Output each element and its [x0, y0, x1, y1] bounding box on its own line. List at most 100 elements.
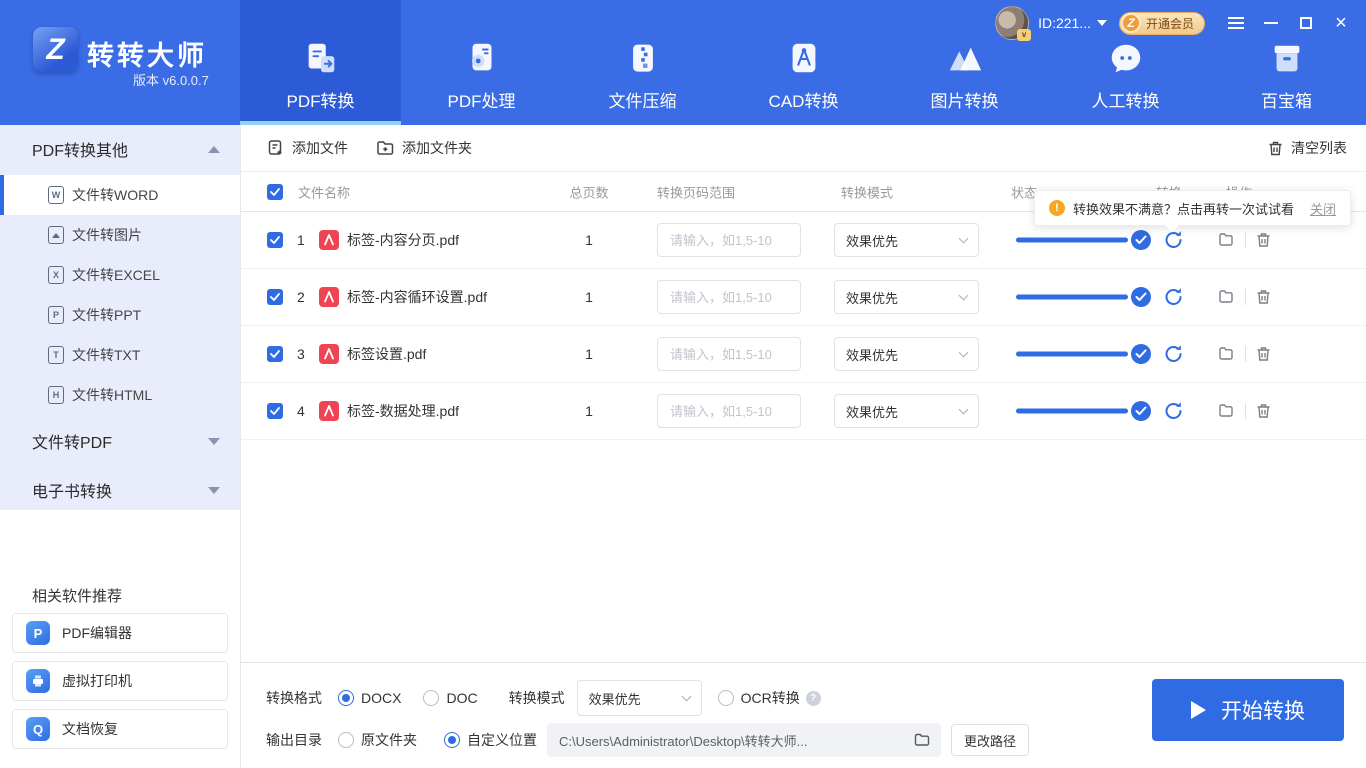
- row-checkbox[interactable]: [267, 232, 283, 248]
- delete-row-icon[interactable]: [1255, 346, 1272, 363]
- pdf-file-icon: [319, 401, 339, 421]
- page-count: 1: [585, 289, 593, 305]
- tab-cad-convert[interactable]: CAD转换: [723, 0, 884, 125]
- radio-label: 原文件夹: [361, 732, 417, 748]
- retry-refresh-icon[interactable]: [1163, 287, 1184, 308]
- user-dropdown-caret-icon[interactable]: [1096, 20, 1107, 26]
- progress-bar: [1016, 294, 1128, 300]
- item-label: 文件转图片: [72, 227, 142, 243]
- collapse-up-icon: [208, 145, 220, 153]
- page-range-input[interactable]: [657, 280, 801, 314]
- retry-refresh-icon[interactable]: [1163, 401, 1184, 422]
- tooltip-text: 转换效果不满意？点击再转一次试试看: [1073, 201, 1295, 217]
- recommend-virtual-printer[interactable]: 虚拟打印机: [12, 661, 228, 701]
- open-vip-button[interactable]: Z 开通会员: [1118, 11, 1205, 35]
- mode-label: 转换模式: [508, 690, 565, 706]
- row-checkbox[interactable]: [267, 403, 283, 419]
- chevron-down-icon: [958, 290, 969, 301]
- divider: [1245, 346, 1246, 362]
- footer-mode-select[interactable]: 效果优先: [576, 680, 702, 716]
- delete-row-icon[interactable]: [1255, 232, 1272, 249]
- page-count: 1: [585, 232, 593, 248]
- recommend-label: PDF编辑器: [62, 625, 132, 641]
- output-path-field[interactable]: C:\Users\Administrator\Desktop\转转大师...: [547, 723, 941, 757]
- item-label: 文件转EXCEL: [72, 267, 160, 283]
- row-checkbox[interactable]: [267, 289, 283, 305]
- recommend-doc-recovery[interactable]: Q 文档恢复: [12, 709, 228, 749]
- pdf-file-icon: [319, 344, 339, 364]
- tab-pdf-process[interactable]: PDF处理: [401, 0, 562, 125]
- sidebar-item-to-html[interactable]: H 文件转HTML: [0, 375, 240, 415]
- ppt-file-icon: P: [48, 306, 64, 324]
- sidebar-item-to-excel[interactable]: X 文件转EXCEL: [0, 255, 240, 295]
- sidebar-item-to-ppt[interactable]: P 文件转PPT: [0, 295, 240, 335]
- close-icon[interactable]: ×: [1332, 13, 1350, 33]
- radio-icon: [423, 690, 440, 706]
- sidebar-item-to-txt[interactable]: T 文件转TXT: [0, 335, 240, 375]
- delete-row-icon[interactable]: [1255, 289, 1272, 306]
- start-label: 开始转换: [1221, 700, 1305, 723]
- radio-source-folder[interactable]: 原文件夹: [338, 730, 417, 750]
- sidebar-group-pdf-convert-other[interactable]: PDF转换其他: [0, 125, 240, 173]
- start-convert-button[interactable]: 开始转换: [1152, 679, 1344, 741]
- file-name: 标签-内容分页.pdf: [347, 232, 460, 248]
- row-checkbox[interactable]: [267, 346, 283, 362]
- clear-list-button[interactable]: 清空列表: [1267, 138, 1347, 158]
- tab-file-compress[interactable]: 文件压缩: [562, 0, 723, 125]
- add-file-label: 添加文件: [292, 140, 348, 156]
- recommend-title: 相关软件推荐: [32, 588, 123, 605]
- output-row: 输出目录 原文件夹 自定义位置 C:\Users\Administrator\D…: [266, 723, 1029, 757]
- tab-label: CAD转换: [768, 92, 839, 111]
- minimize-icon[interactable]: [1262, 14, 1280, 32]
- delete-row-icon[interactable]: [1255, 403, 1272, 420]
- file-name: 标签-内容循环设置.pdf: [347, 289, 488, 305]
- tooltip-close-link[interactable]: 关闭: [1310, 199, 1336, 218]
- retry-refresh-icon[interactable]: [1163, 344, 1184, 365]
- convert-mode-select[interactable]: 效果优先: [834, 223, 979, 257]
- add-folder-button[interactable]: 添加文件夹: [376, 138, 472, 158]
- radio-docx[interactable]: DOCX: [338, 690, 401, 706]
- convert-mode-select[interactable]: 效果优先: [834, 394, 979, 428]
- item-label: 文件转TXT: [72, 347, 141, 363]
- open-file-icon[interactable]: [1217, 288, 1235, 306]
- expand-down-icon: [208, 486, 220, 494]
- menu-icon[interactable]: [1227, 14, 1245, 32]
- sidebar-item-to-word[interactable]: W 文件转WORD: [0, 175, 240, 215]
- folder-icon[interactable]: [913, 731, 931, 749]
- page-range-input[interactable]: [657, 337, 801, 371]
- tab-pdf-convert[interactable]: PDF转换: [240, 0, 401, 125]
- sidebar: PDF转换其他 W 文件转WORD 文件转图片 X 文件转EXCEL P 文件转…: [0, 125, 240, 768]
- page-count: 1: [585, 403, 593, 419]
- change-path-button[interactable]: 更改路径: [951, 724, 1029, 756]
- group-label: PDF转换其他: [32, 143, 129, 160]
- convert-mode-select[interactable]: 效果优先: [834, 280, 979, 314]
- open-file-icon[interactable]: [1217, 402, 1235, 420]
- radio-custom-location[interactable]: 自定义位置: [444, 730, 537, 750]
- sidebar-group-file-to-pdf[interactable]: 文件转PDF: [0, 417, 240, 465]
- sidebar-group-ebook-convert[interactable]: 电子书转换: [0, 466, 240, 514]
- open-file-icon[interactable]: [1217, 345, 1235, 363]
- add-file-button[interactable]: 添加文件: [267, 138, 348, 158]
- table-row: 3 标签设置.pdf 1 效果优先: [241, 326, 1366, 383]
- open-file-icon[interactable]: [1217, 231, 1235, 249]
- radio-doc[interactable]: DOC: [423, 690, 478, 706]
- radio-icon: [338, 690, 354, 706]
- ocr-help-icon[interactable]: ?: [805, 690, 821, 706]
- row-index: 2: [297, 289, 305, 305]
- radio-ocr[interactable]: OCR转换: [717, 688, 800, 708]
- file-compress-icon: [625, 36, 661, 78]
- sidebar-item-to-image[interactable]: 文件转图片: [0, 215, 240, 255]
- user-avatar[interactable]: v: [995, 6, 1032, 41]
- maximize-icon[interactable]: [1297, 14, 1315, 32]
- page-range-input[interactable]: [657, 394, 801, 428]
- tab-label: 人工转换: [1091, 92, 1160, 111]
- app-window: Z 转转大师 版本 v6.0.0.7 PDF转换 PDF处理 文件压缩 CAD转…: [0, 0, 1366, 768]
- image-convert-icon: [945, 36, 985, 78]
- pdf-file-icon: [319, 287, 339, 307]
- cad-convert-icon: [785, 36, 823, 78]
- recommend-pdf-editor[interactable]: P PDF编辑器: [12, 613, 228, 653]
- doc-recovery-icon: Q: [26, 717, 50, 741]
- page-range-input[interactable]: [657, 223, 801, 257]
- select-all-checkbox[interactable]: [267, 183, 283, 200]
- convert-mode-select[interactable]: 效果优先: [834, 337, 979, 371]
